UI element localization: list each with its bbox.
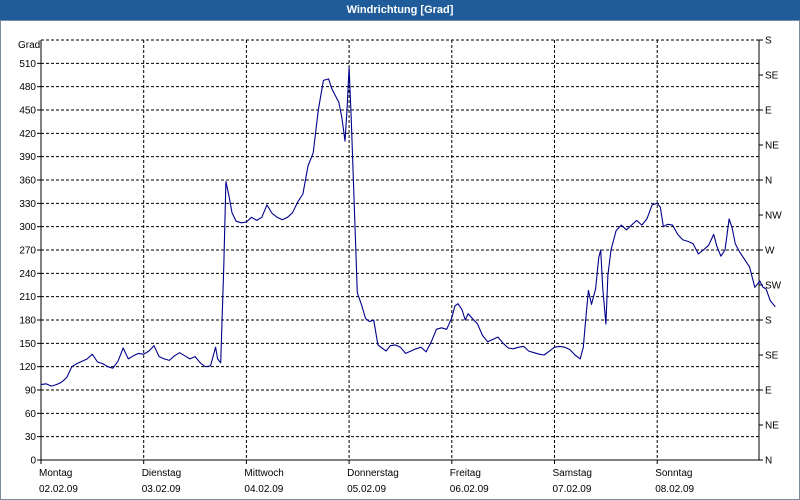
y-tick-label: 120 (19, 362, 36, 373)
y-tick-label: 90 (25, 386, 37, 397)
y-tick-label: 300 (19, 222, 36, 233)
y-tick-label: 60 (25, 409, 37, 420)
axes (37, 39, 763, 464)
x-tick-weekday: Montag (39, 468, 72, 479)
grid-lines (41, 39, 759, 460)
y-tick-label: 480 (19, 82, 36, 93)
right-tick-label: SW (765, 281, 782, 292)
x-tick-date: 04.02.09 (244, 484, 283, 495)
right-tick-label: NE (765, 421, 779, 432)
x-tick-weekday: Freitag (450, 468, 481, 479)
y-tick-label: 450 (19, 106, 36, 117)
right-tick-label: NE (765, 141, 779, 152)
y-axis-label: Grad (18, 40, 40, 51)
y-tick-label: 240 (19, 269, 36, 280)
x-tick-date: 05.02.09 (347, 484, 386, 495)
right-tick-label: N (765, 456, 772, 467)
y-tick-label: 270 (19, 246, 36, 257)
y-tick-label: 510 (19, 59, 36, 70)
right-tick-label: S (765, 316, 772, 327)
x-tick-weekday: Dienstag (142, 468, 181, 479)
right-tick-label: N (765, 176, 772, 187)
y-tick-label: 210 (19, 292, 36, 303)
x-tick-weekday: Samstag (553, 468, 592, 479)
x-tick-weekday: Sonntag (655, 468, 692, 479)
x-tick-date: 03.02.09 (142, 484, 181, 495)
x-tick-weekday: Donnerstag (347, 468, 399, 479)
y-tick-label: 30 (25, 432, 37, 443)
y-tick-label: 180 (19, 316, 36, 327)
x-tick-weekday: Mittwoch (244, 468, 283, 479)
right-tick-label: SE (765, 351, 779, 362)
x-tick-date: 02.02.09 (39, 484, 78, 495)
y-tick-labels: 0 30 60 90 120 150 180 210 240 270 300 330 360 390 420… (19, 59, 36, 467)
y-tick-label: 0 (30, 456, 36, 467)
right-axis-direction-labels: N NE E SE S SW W NW N NE E SE S (765, 36, 782, 467)
right-tick-label: NW (765, 211, 782, 222)
right-tick-label: E (765, 106, 772, 117)
y-tick-label: 150 (19, 339, 36, 350)
y-tick-label: 390 (19, 152, 36, 163)
right-tick-label: SE (765, 71, 779, 82)
x-tick-date: 08.02.09 (655, 484, 694, 495)
y-tick-label: 420 (19, 129, 36, 140)
y-tick-label: 360 (19, 176, 36, 187)
x-tick-labels: Montag 02.02.09 Dienstag 03.02.09 Mittwoch 04… (39, 468, 695, 495)
right-tick-label: W (765, 246, 775, 257)
y-tick-label: 330 (19, 199, 36, 210)
right-tick-label: E (765, 386, 772, 397)
wind-direction-chart: Grad 0 30 60 90 120 150 180 210 240 270 300 330 360 3… (18, 36, 782, 496)
x-tick-date: 06.02.09 (450, 484, 489, 495)
right-tick-label: S (765, 36, 772, 47)
x-tick-date: 07.02.09 (553, 484, 592, 495)
